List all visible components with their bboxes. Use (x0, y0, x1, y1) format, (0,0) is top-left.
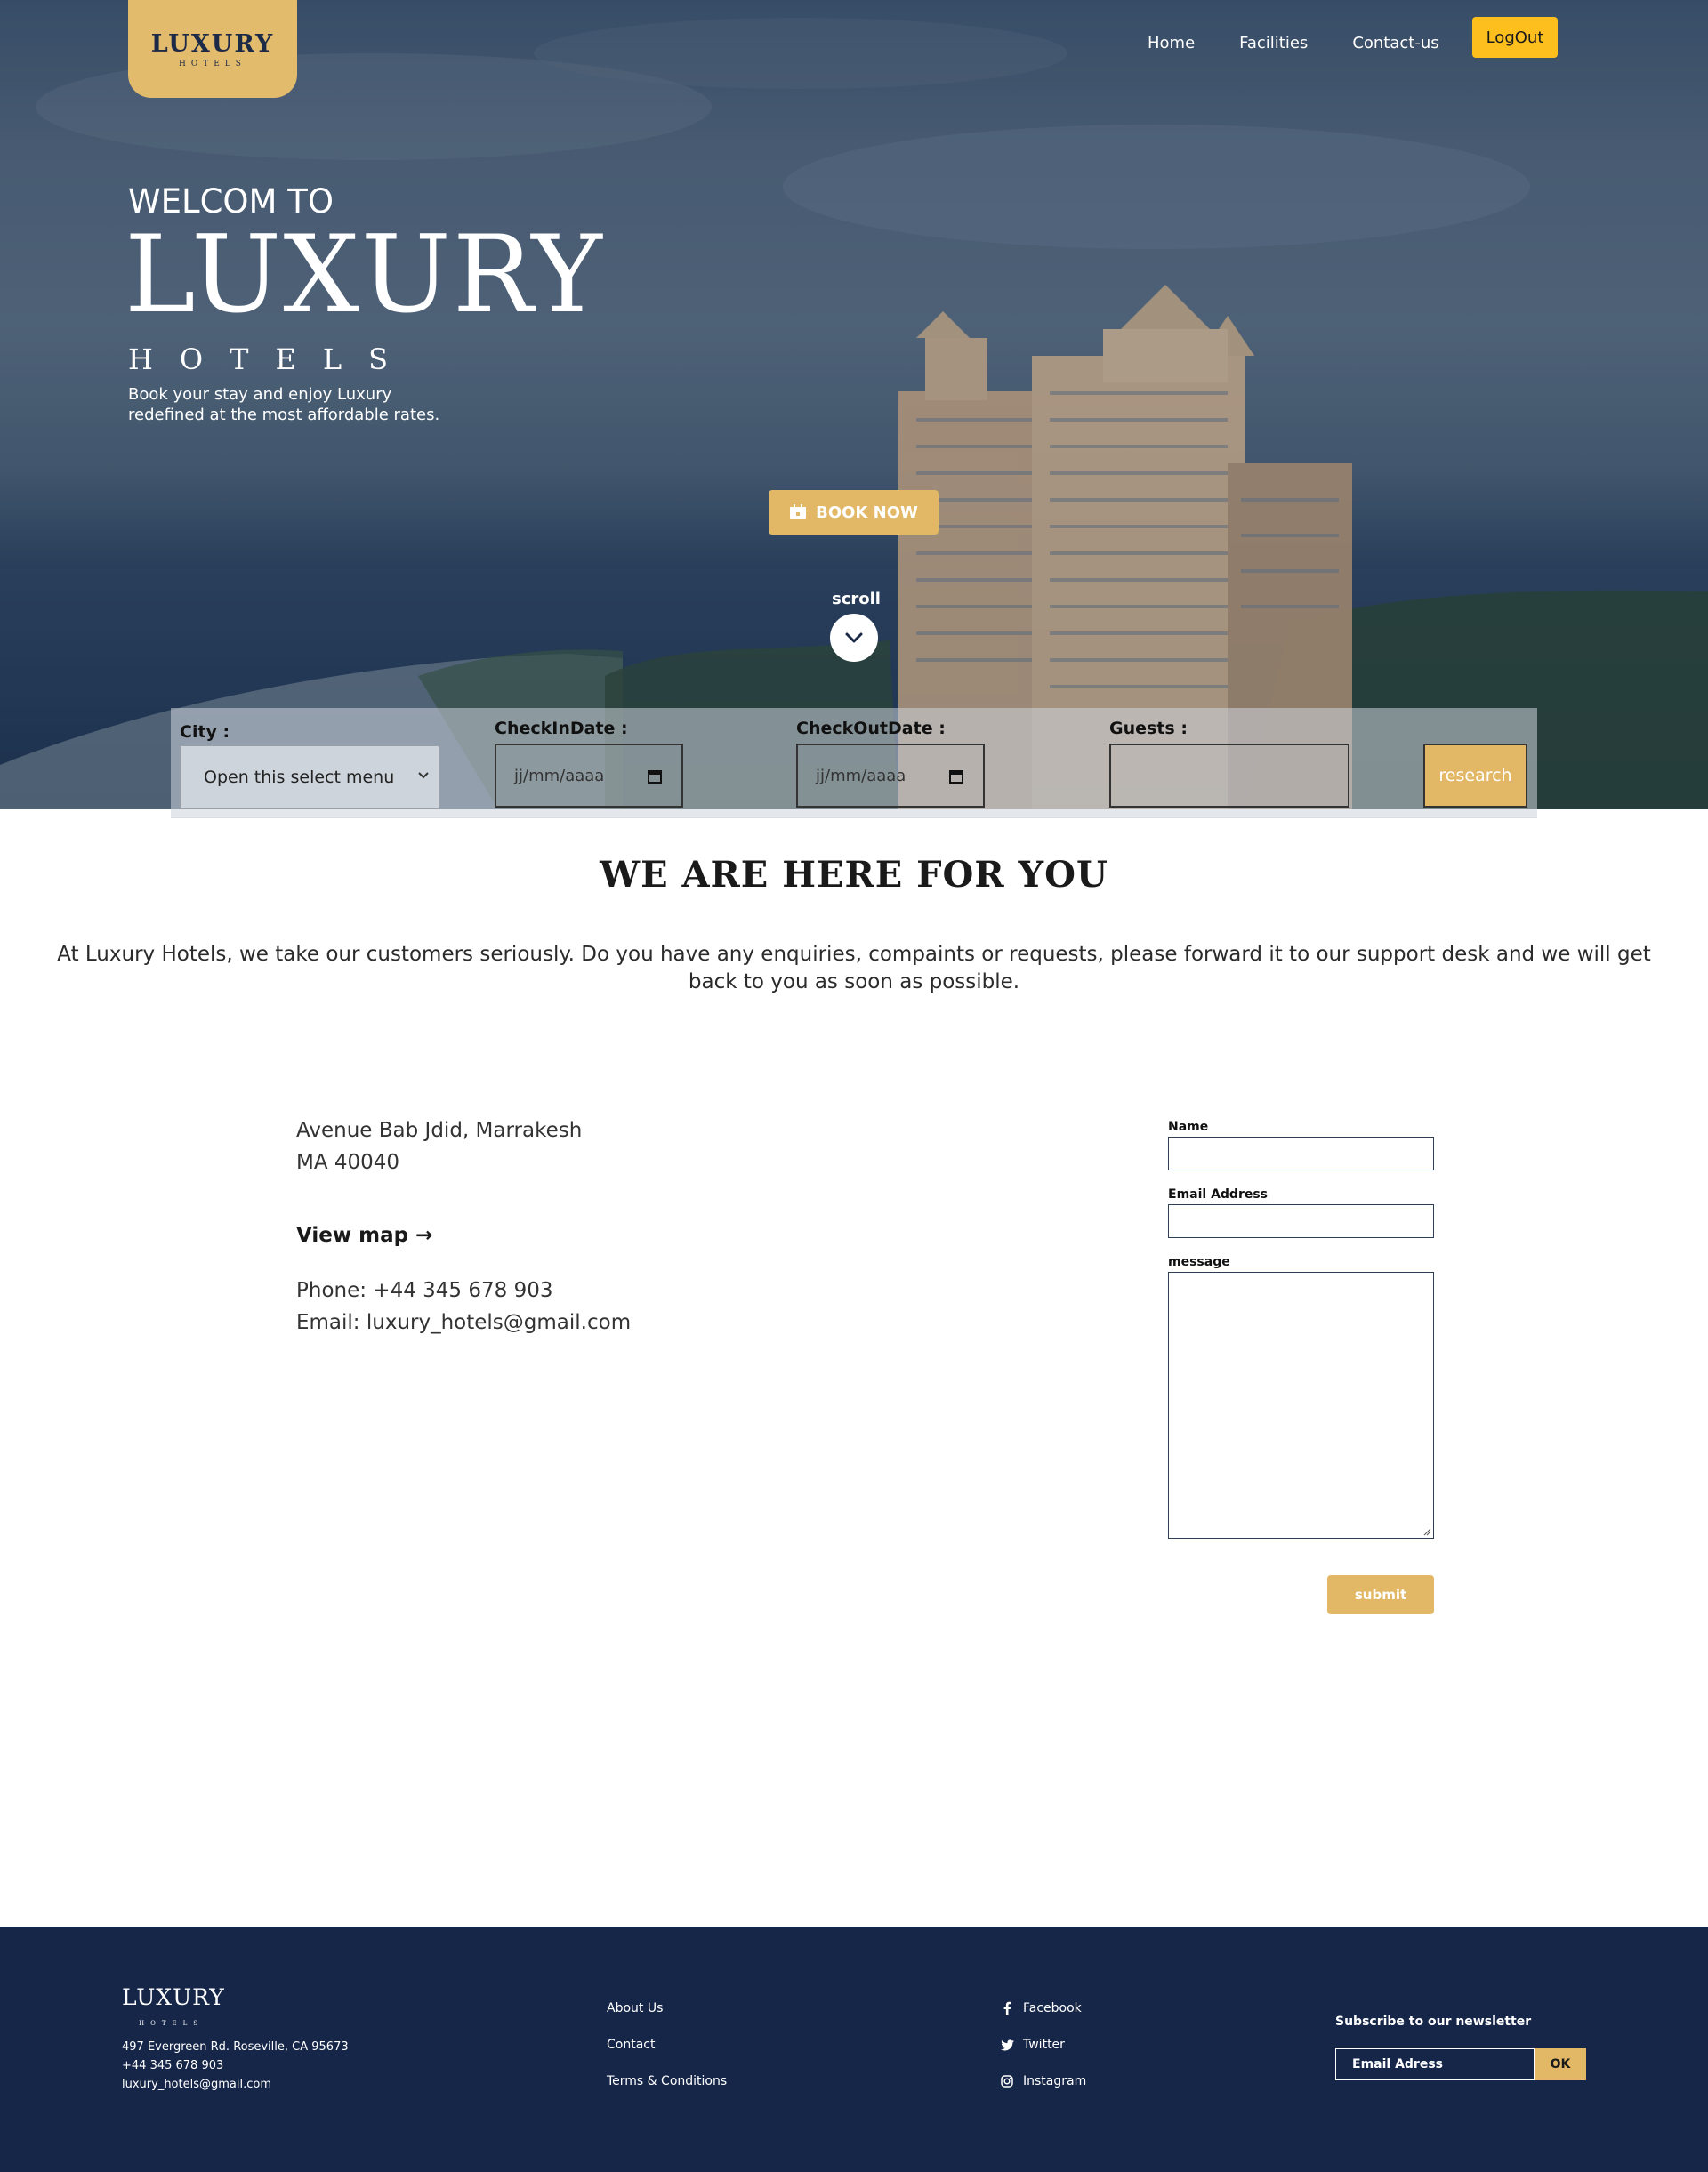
scroll-down-button[interactable] (830, 614, 878, 662)
twitter-label: Twitter (1023, 2038, 1065, 2052)
footer-social-facebook[interactable]: Facebook (1000, 2001, 1082, 2015)
city-select[interactable]: Open this select menu (180, 745, 439, 809)
hero-title: LUXURY (125, 213, 604, 337)
facebook-label: Facebook (1023, 2001, 1082, 2015)
contact-phone: Phone: +44 345 678 903 (296, 1279, 553, 1302)
footer-social-twitter[interactable]: Twitter (1000, 2038, 1065, 2052)
calendar-icon (790, 504, 807, 519)
hero-subtitle: HOTELS (128, 342, 415, 376)
message-label: message (1168, 1255, 1230, 1269)
city-label: City : (180, 722, 230, 742)
checkout-label: CheckOutDate : (796, 719, 946, 738)
address-line-1: Avenue Bab Jdid, Marrakesh (296, 1119, 583, 1142)
hero-tagline: Book your stay and enjoy Luxury redefine… (128, 385, 440, 424)
message-textarea[interactable] (1168, 1272, 1434, 1539)
footer-phone: +44 345 678 903 (122, 2059, 224, 2072)
calendar-icon[interactable] (648, 769, 662, 784)
calendar-icon[interactable] (949, 769, 963, 784)
instagram-icon (1000, 2075, 1014, 2088)
instagram-label: Instagram (1023, 2074, 1087, 2088)
footer-logo[interactable]: LUXURY (122, 1984, 225, 2010)
email-input[interactable] (1168, 1204, 1434, 1238)
checkout-date-value: jj/mm/aaaa (816, 766, 906, 785)
resize-handle-icon[interactable] (1422, 1527, 1431, 1536)
footer: LUXURY HOTELS 497 Evergreen Rd. Rosevill… (0, 1927, 1708, 2172)
nav-home-link[interactable]: Home (1148, 34, 1195, 52)
facebook-icon (1000, 2001, 1014, 2015)
footer-email: luxury_hotels@gmail.com (122, 2078, 271, 2091)
view-map-link[interactable]: View map → (296, 1224, 432, 1247)
nav-facilities-link[interactable]: Facilities (1239, 34, 1308, 52)
guests-label: Guests : (1109, 719, 1188, 738)
footer-logo-subtitle: HOTELS (139, 2020, 205, 2027)
city-select-value: Open this select menu (204, 768, 395, 787)
footer-address: 497 Evergreen Rd. Roseville, CA 95673 (122, 2040, 349, 2054)
footer-social-instagram[interactable]: Instagram (1000, 2074, 1086, 2088)
twitter-icon (1000, 2039, 1014, 2051)
newsletter-ok-button[interactable]: OK (1535, 2048, 1586, 2080)
main-nav: Home Facilities Contact-us (1148, 34, 1484, 52)
address-line-2: MA 40040 (296, 1151, 400, 1174)
book-now-label: BOOK NOW (816, 503, 918, 522)
footer-link-contact[interactable]: Contact (607, 2038, 655, 2052)
footer-link-terms[interactable]: Terms & Conditions (607, 2074, 727, 2088)
chevron-down-icon (418, 772, 429, 779)
newsletter-title: Subscribe to our newsletter (1335, 2015, 1532, 2029)
scroll-label: scroll (832, 590, 881, 608)
checkin-date-input[interactable]: jj/mm/aaaa (495, 744, 683, 808)
section-intro-text: At Luxury Hotels, we take our customers … (57, 943, 1651, 993)
contact-email: Email: luxury_hotels@gmail.com (296, 1311, 632, 1334)
name-input[interactable] (1168, 1137, 1434, 1170)
footer-link-about[interactable]: About Us (607, 2001, 663, 2015)
email-label: Email Address (1168, 1187, 1269, 1202)
book-now-button[interactable]: BOOK NOW (769, 490, 939, 535)
logout-button[interactable]: LogOut (1472, 17, 1558, 58)
name-label: Name (1168, 1120, 1209, 1134)
chevron-down-icon (845, 632, 863, 643)
checkin-label: CheckInDate : (495, 719, 628, 738)
guests-input[interactable] (1109, 744, 1349, 808)
newsletter-email-input[interactable]: Email Adress (1335, 2048, 1535, 2080)
nav-contact-link[interactable]: Contact-us (1352, 34, 1438, 52)
logo-word: LUXURY (150, 29, 275, 58)
site-logo[interactable]: LUXURY HOTELS (128, 0, 297, 98)
logo-subtitle: HOTELS (179, 59, 246, 68)
research-button[interactable]: research (1423, 744, 1527, 808)
checkout-date-input[interactable]: jj/mm/aaaa (796, 744, 985, 808)
checkin-date-value: jj/mm/aaaa (514, 766, 605, 785)
submit-button[interactable]: submit (1327, 1575, 1434, 1614)
booking-search-bar: City : Open this select menu CheckInDate… (171, 708, 1537, 818)
section-title: WE ARE HERE FOR YOU (600, 854, 1108, 896)
